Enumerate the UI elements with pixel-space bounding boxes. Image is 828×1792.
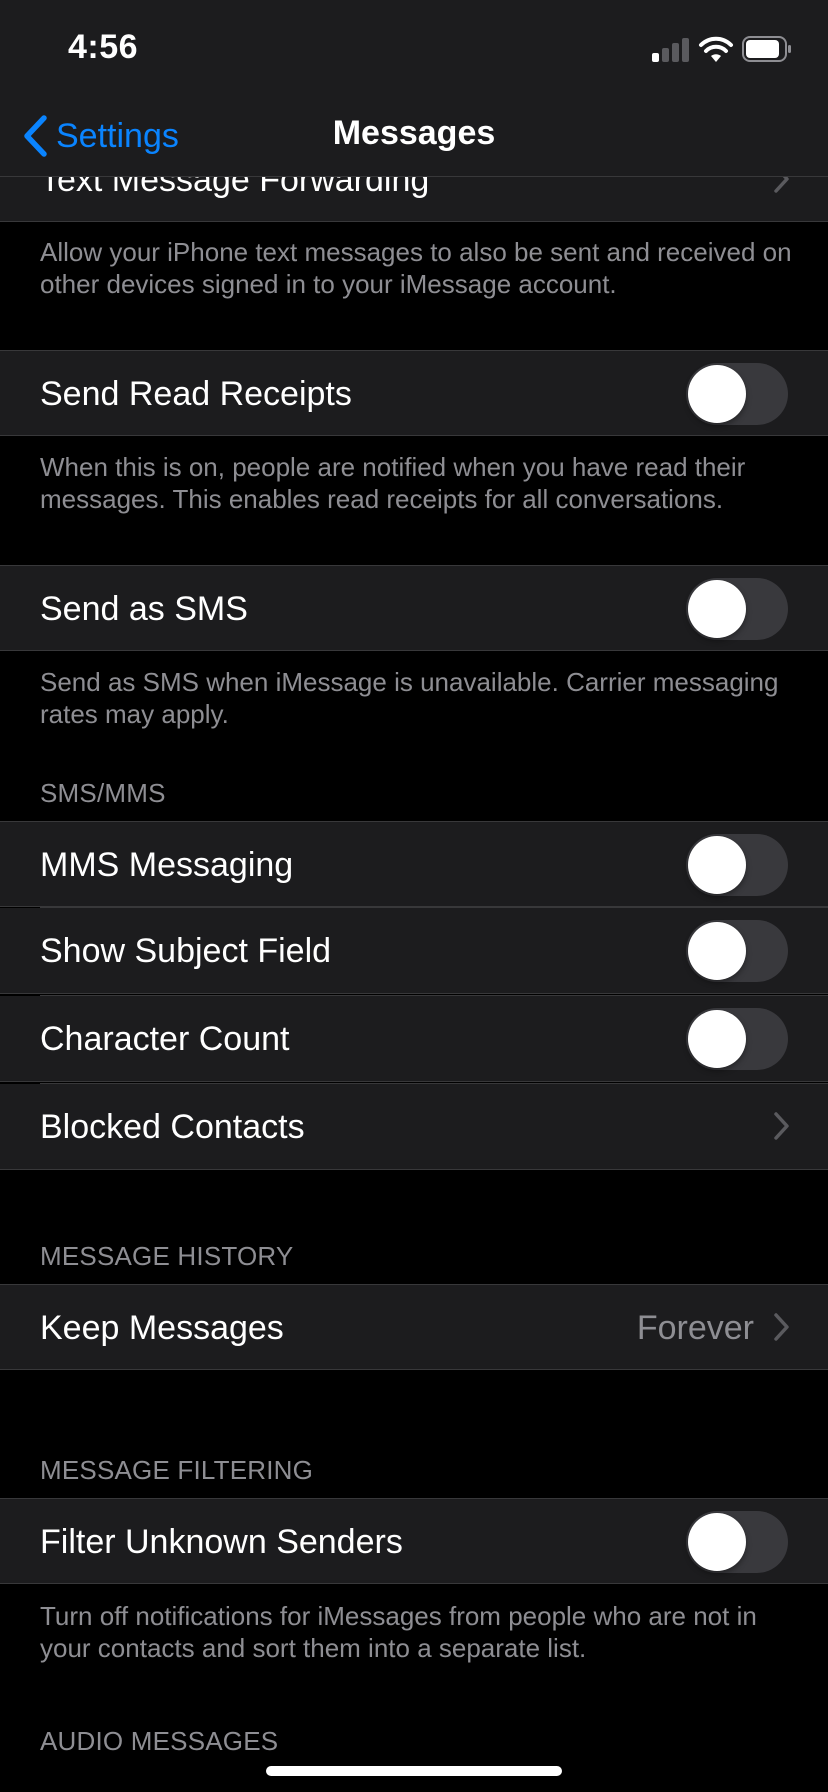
page-title: Messages [332, 114, 496, 152]
filter-unknown-senders-toggle[interactable] [686, 1511, 788, 1573]
toggle-knob [688, 836, 746, 894]
row-blocked-contacts[interactable]: Blocked Contacts [0, 1083, 828, 1170]
section-header-sms-mms: SMS/MMS [40, 778, 166, 808]
row-mms-messaging[interactable]: MMS Messaging [0, 821, 828, 907]
row-label: Keep Messages [40, 1309, 284, 1347]
row-send-read-receipts[interactable]: Send Read Receipts [0, 350, 828, 436]
row-label: Show Subject Field [40, 932, 332, 970]
toggle-knob [688, 1513, 746, 1571]
row-label: Filter Unknown Senders [40, 1523, 403, 1561]
chevron-right-icon [774, 1313, 789, 1341]
cellular-signal-icon [652, 38, 690, 62]
section-header-message-filtering: MESSAGE FILTERING [40, 1455, 314, 1485]
show-subject-field-toggle[interactable] [686, 920, 788, 982]
character-count-toggle[interactable] [686, 1008, 788, 1070]
section-header-message-history: MESSAGE HISTORY [40, 1241, 294, 1271]
row-character-count[interactable]: Character Count [0, 995, 828, 1082]
status-bar: 4:56 [0, 0, 828, 98]
row-show-subject-field[interactable]: Show Subject Field [0, 907, 828, 994]
row-label: Blocked Contacts [40, 1108, 305, 1146]
send-as-sms-toggle[interactable] [686, 578, 788, 640]
toggle-knob [688, 922, 746, 980]
toggle-knob [688, 365, 746, 423]
read-receipts-footnote: When this is on, people are notified whe… [40, 452, 746, 514]
messages-settings-screen: Text Message Forwarding Allow your iPhon… [0, 0, 828, 1792]
toggle-knob [688, 1010, 746, 1068]
navigation-bar: Settings Messages [0, 98, 828, 177]
send-as-sms-footnote: Send as SMS when iMessage is unavailable… [40, 667, 779, 729]
row-keep-messages[interactable]: Keep Messages Forever [0, 1284, 828, 1370]
mms-messaging-toggle[interactable] [686, 834, 788, 896]
battery-icon [742, 36, 791, 62]
toggle-knob [688, 580, 746, 638]
status-time: 4:56 [68, 28, 139, 66]
section-header-audio-messages: AUDIO MESSAGES [40, 1726, 279, 1756]
row-label: Send Read Receipts [40, 375, 352, 413]
keep-messages-value: Forever [636, 1309, 754, 1347]
read-receipts-toggle[interactable] [686, 363, 788, 425]
row-label: Character Count [40, 1020, 290, 1058]
row-filter-unknown-senders[interactable]: Filter Unknown Senders [0, 1498, 828, 1584]
filter-unknown-footnote: Turn off notifications for iMessages fro… [40, 1601, 757, 1663]
settings-list[interactable]: Text Message Forwarding Allow your iPhon… [0, 0, 828, 1792]
row-label: MMS Messaging [40, 846, 294, 884]
chevron-right-icon [774, 1112, 789, 1140]
wifi-icon [699, 36, 733, 62]
row-label: Send as SMS [40, 590, 248, 628]
home-indicator[interactable] [266, 1766, 562, 1776]
row-send-as-sms[interactable]: Send as SMS [0, 565, 828, 651]
forwarding-footnote: Allow your iPhone text messages to also … [40, 237, 792, 299]
